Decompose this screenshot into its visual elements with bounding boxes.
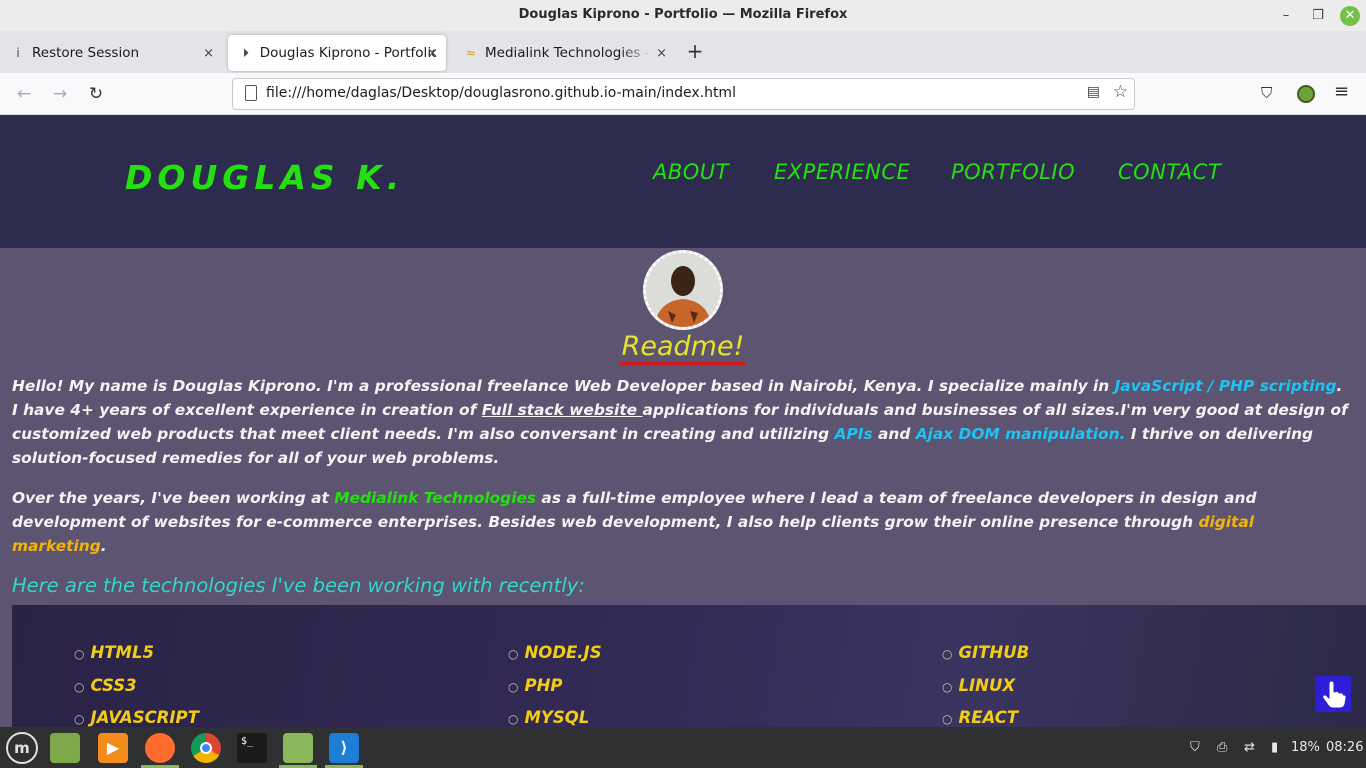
tab-strip: i Restore Session × ⏵ Douglas Kiprono - … (0, 31, 1366, 73)
bullet-icon: ○ (508, 712, 519, 726)
bullet-icon: ○ (74, 712, 85, 726)
intro-text-1: Hello! My name is Douglas Kiprono. I'm a… (12, 377, 1115, 395)
link-ajax[interactable]: Ajax DOM manipulation. (916, 425, 1126, 443)
tab-label: Medialink Technologies - Be (485, 45, 653, 61)
tech-item-javascript: ○ JAVASCRIPT (74, 708, 199, 727)
files-folder-icon[interactable] (50, 733, 80, 763)
minimize-icon[interactable]: – (1276, 6, 1296, 26)
link-apis[interactable]: APIs (835, 425, 873, 443)
url-text[interactable]: file:///home/daglas/Desktop/douglasrono.… (266, 85, 736, 101)
tab-label: Restore Session (32, 45, 140, 61)
account-avatar-icon[interactable] (1297, 85, 1315, 103)
url-bar[interactable]: file:///home/daglas/Desktop/douglasrono.… (232, 78, 1135, 110)
hand-pointer-button[interactable] (1315, 676, 1351, 712)
network-icon[interactable]: ⇄ (1244, 740, 1255, 755)
bullet-icon: ○ (508, 680, 519, 694)
web-page: DOUGLAS K. ABOUT EXPERIENCE PORTFOLIO CO… (0, 115, 1366, 727)
experience-paragraph: Over the years, I've been working at Med… (12, 486, 1352, 558)
tech-label: NODE.JS (524, 643, 602, 662)
tech-label: REACT (958, 708, 1019, 727)
back-button[interactable]: ← (12, 82, 36, 106)
close-window-icon[interactable]: ✕ (1340, 6, 1360, 26)
tech-item-html5: ○ HTML5 (74, 643, 154, 662)
mint-menu-icon[interactable]: m (6, 732, 38, 764)
experience-text-1: Over the years, I've been working at (12, 489, 335, 507)
reload-button[interactable]: ↻ (84, 82, 108, 106)
tech-item-nodejs: ○ NODE.JS (508, 643, 602, 662)
site-brand[interactable]: DOUGLAS K. (125, 158, 404, 197)
window-title: Douglas Kiprono - Portfolio — Mozilla Fi… (518, 7, 848, 22)
playing-icon: ⏵ (242, 45, 249, 60)
bullet-icon: ○ (942, 647, 953, 661)
bookmark-star-icon[interactable]: ☆ (1113, 82, 1128, 102)
profile-photo (643, 250, 723, 330)
info-icon: i (16, 46, 20, 60)
tab-portfolio[interactable]: ⏵ Douglas Kiprono - Portfolio × (228, 35, 446, 71)
forward-button[interactable]: → (48, 82, 72, 106)
bullet-icon: ○ (942, 712, 953, 726)
pocket-icon[interactable]: ⛉ (1261, 84, 1272, 102)
tech-label: MYSQL (524, 708, 590, 727)
tech-item-github: ○ GITHUB (942, 643, 1029, 662)
taskbar: m ▶ $_ ⟩ ⛉ ⎙ ⇄ ▮ 18% 08:26 (0, 727, 1366, 768)
link-full-stack[interactable]: Full stack website (482, 401, 643, 419)
battery-icon[interactable]: ▮ (1271, 740, 1278, 755)
bullet-icon: ○ (74, 647, 85, 661)
tech-label: CSS3 (90, 676, 137, 695)
tech-heading: Here are the technologies I've been work… (12, 574, 585, 597)
readme-heading: Readme! (0, 331, 1366, 365)
nav-link-experience[interactable]: EXPERIENCE (774, 160, 910, 184)
medialink-favicon-icon: ≈ (465, 46, 477, 60)
link-javascript-php[interactable]: JavaScript / PHP scripting (1115, 377, 1337, 395)
window-title-bar: Douglas Kiprono - Portfolio — Mozilla Fi… (0, 0, 1366, 31)
tech-label: JAVASCRIPT (90, 708, 199, 727)
media-player-icon[interactable]: ▶ (98, 733, 128, 763)
maximize-icon[interactable]: ❐ (1308, 6, 1328, 26)
page-icon (245, 85, 257, 101)
hand-pointer-icon (1322, 680, 1347, 709)
bullet-icon: ○ (74, 680, 85, 694)
tab-label: Douglas Kiprono - Portfolio (259, 45, 436, 61)
readme-text: Readme! (619, 331, 747, 365)
site-header: DOUGLAS K. ABOUT EXPERIENCE PORTFOLIO CO… (0, 115, 1366, 248)
file-manager-icon[interactable] (283, 733, 313, 763)
tech-item-css3: ○ CSS3 (74, 676, 137, 695)
hamburger-menu-icon[interactable]: ≡ (1334, 81, 1349, 102)
bullet-icon: ○ (508, 647, 519, 661)
nav-link-about[interactable]: ABOUT (653, 160, 729, 184)
nav-link-portfolio[interactable]: PORTFOLIO (951, 160, 1075, 184)
tab-close-icon[interactable]: × (656, 46, 667, 61)
nav-link-contact[interactable]: CONTACT (1118, 160, 1221, 184)
firefox-icon[interactable] (145, 733, 175, 763)
tech-label: PHP (524, 676, 563, 695)
intro-text-4: and (872, 425, 916, 443)
intro-paragraph: Hello! My name is Douglas Kiprono. I'm a… (12, 374, 1352, 470)
technologies-panel: ○ HTML5 ○ CSS3 ○ JAVASCRIPT ○ NODE.JS ○ PHP ○… (12, 605, 1366, 727)
tab-close-icon[interactable]: × (203, 46, 214, 61)
new-tab-button[interactable]: + (684, 40, 706, 62)
clock[interactable]: 08:26 (1326, 740, 1363, 755)
tech-label: GITHUB (958, 643, 1030, 662)
shield-icon[interactable]: ⛉ (1190, 740, 1200, 755)
navigation-bar: ← → ↻ file:///home/daglas/Desktop/dougla… (0, 73, 1366, 115)
reader-view-icon[interactable]: ▤ (1087, 84, 1100, 100)
link-medialink[interactable]: Medialink Technologies (334, 489, 536, 507)
tab-restore-session[interactable]: i Restore Session × (0, 35, 222, 71)
battery-percent: 18% (1291, 740, 1320, 755)
tech-item-mysql: ○ MYSQL (508, 708, 589, 727)
tech-item-react: ○ REACT (942, 708, 1018, 727)
terminal-icon[interactable]: $_ (237, 733, 267, 763)
tab-close-icon[interactable]: × (427, 46, 438, 61)
tech-label: LINUX (958, 676, 1016, 695)
tech-item-php: ○ PHP (508, 676, 562, 695)
chrome-icon[interactable] (191, 733, 221, 763)
tech-item-linux: ○ LINUX (942, 676, 1015, 695)
experience-text-3: . (100, 537, 107, 555)
tech-label: HTML5 (90, 643, 154, 662)
tab-medialink[interactable]: ≈ Medialink Technologies - Be × (453, 35, 675, 71)
bullet-icon: ○ (942, 680, 953, 694)
vscode-icon[interactable]: ⟩ (329, 733, 359, 763)
printer-icon[interactable]: ⎙ (1217, 740, 1227, 755)
